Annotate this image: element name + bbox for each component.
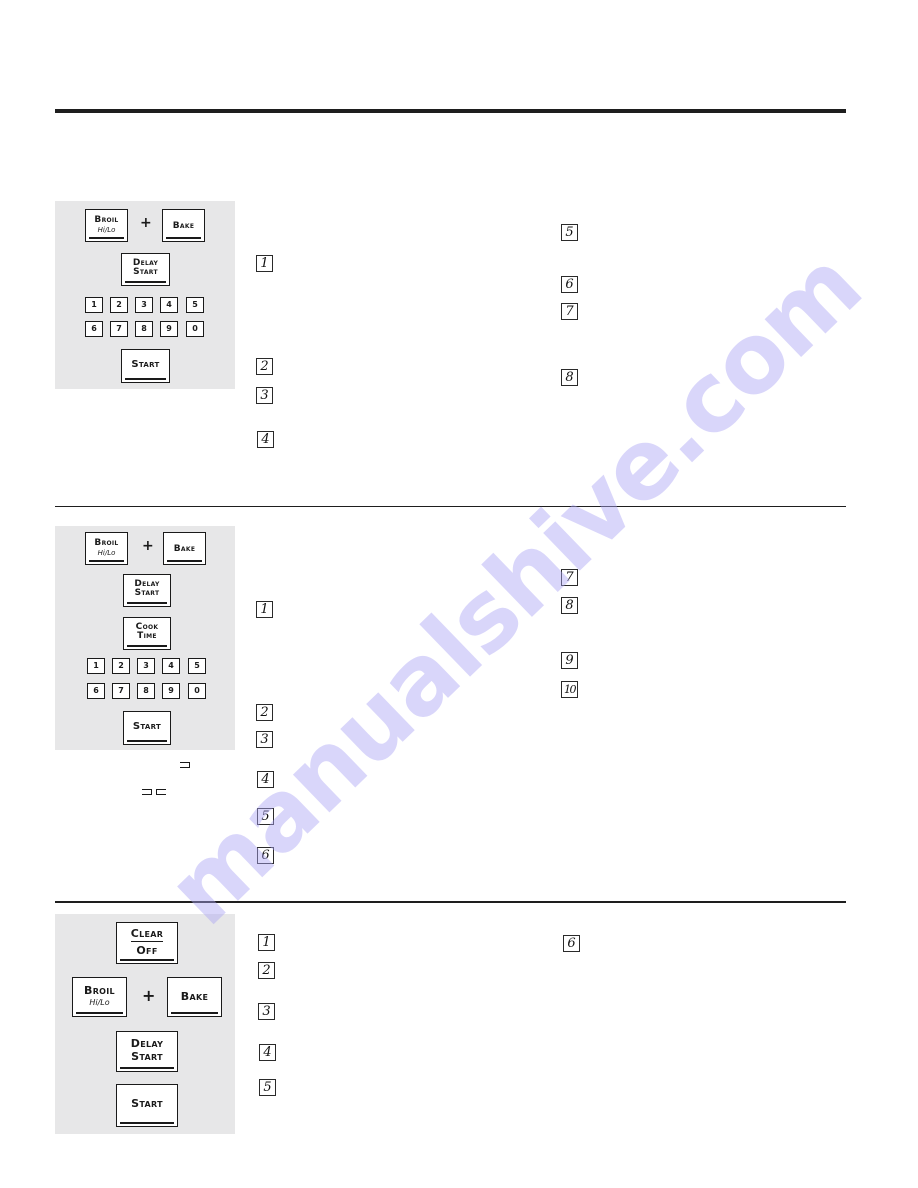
- bake-label: Bake: [180, 990, 209, 1003]
- number-key-6[interactable]: 6: [85, 321, 103, 337]
- broil-label: Broil: [94, 215, 119, 225]
- step-4-icon: 4: [257, 431, 274, 448]
- bake-key[interactable]: Bake: [162, 209, 205, 242]
- step-4-icon: 4: [257, 771, 274, 788]
- broil-sub-label: Hi/Lo: [97, 226, 116, 234]
- plus-sign: +: [140, 215, 152, 231]
- step-1-icon: 1: [258, 934, 275, 951]
- watermark: manualshive.com: [146, 230, 882, 947]
- step-7-icon: 7: [561, 303, 578, 320]
- time-label: Time: [137, 631, 157, 641]
- header-rule: [55, 109, 846, 113]
- step-6-icon: 6: [257, 847, 274, 864]
- number-key-4[interactable]: 4: [160, 297, 178, 313]
- step-4-icon: 4: [259, 1044, 276, 1061]
- step-3-icon: 3: [258, 1003, 275, 1020]
- number-key-5[interactable]: 5: [188, 658, 206, 674]
- step-3-icon: 3: [256, 731, 273, 748]
- off-label: Off: [136, 944, 158, 957]
- broil-sub-label: Hi/Lo: [97, 549, 116, 557]
- broil-sub-label: Hi/Lo: [89, 998, 110, 1007]
- number-key-3[interactable]: 3: [137, 658, 155, 674]
- number-key-4[interactable]: 4: [162, 658, 180, 674]
- step-10-icon: 10: [561, 681, 578, 698]
- step-5-icon: 5: [561, 224, 578, 241]
- step-1-icon: 1: [256, 601, 273, 618]
- broil-hi-lo-key[interactable]: Broil Hi/Lo: [85, 209, 128, 242]
- number-key-1[interactable]: 1: [87, 658, 105, 674]
- number-key-5[interactable]: 5: [186, 297, 204, 313]
- plus-sign: +: [142, 986, 156, 1005]
- delay-label: Delay: [130, 1037, 164, 1050]
- step-2-icon: 2: [256, 704, 273, 721]
- delay-start-key[interactable]: Delay Start: [123, 574, 171, 607]
- step-7-icon: 7: [561, 569, 578, 586]
- control-panel-3: Clear Off Broil Hi/Lo + Bake Delay Start…: [55, 914, 235, 1134]
- step-8-icon: 8: [561, 369, 578, 386]
- step-9-icon: 9: [561, 652, 578, 669]
- start-key[interactable]: Start: [116, 1084, 178, 1127]
- number-key-7[interactable]: 7: [112, 683, 130, 699]
- step-1-icon: 1: [256, 255, 273, 272]
- control-panel-1: Broil Hi/Lo + Bake Delay Start 1 2 3 4 5…: [55, 201, 235, 389]
- number-key-8[interactable]: 8: [137, 683, 155, 699]
- plus-sign: +: [142, 538, 154, 554]
- cook-time-key[interactable]: Cook Time: [123, 617, 171, 650]
- number-key-8[interactable]: 8: [135, 321, 153, 337]
- start-key-label: Start: [132, 721, 162, 732]
- number-key-2[interactable]: 2: [110, 297, 128, 313]
- bake-label: Bake: [173, 544, 196, 554]
- step-8-icon: 8: [561, 597, 578, 614]
- section-divider-2: [55, 901, 846, 903]
- start-label: Start: [131, 1050, 163, 1063]
- step-5-icon: 5: [259, 1079, 276, 1096]
- bake-label: Bake: [172, 221, 195, 231]
- number-key-0[interactable]: 0: [188, 683, 206, 699]
- step-2-icon: 2: [256, 358, 273, 375]
- broil-label: Broil: [94, 538, 119, 548]
- delay-start-key[interactable]: Delay Start: [116, 1031, 178, 1072]
- display-segment-icon: [142, 789, 152, 795]
- number-key-1[interactable]: 1: [85, 297, 103, 313]
- display-segment-icon: [156, 789, 166, 795]
- number-key-9[interactable]: 9: [160, 321, 178, 337]
- step-3-icon: 3: [256, 387, 273, 404]
- number-key-7[interactable]: 7: [110, 321, 128, 337]
- broil-hi-lo-key[interactable]: Broil Hi/Lo: [85, 532, 128, 565]
- control-panel-2: Broil Hi/Lo + Bake Delay Start Cook Time…: [55, 526, 235, 750]
- number-key-6[interactable]: 6: [87, 683, 105, 699]
- start-key[interactable]: Start: [121, 349, 170, 383]
- broil-hi-lo-key[interactable]: Broil Hi/Lo: [72, 977, 127, 1017]
- step-5-icon: 5: [257, 808, 274, 825]
- step-6-icon: 6: [561, 276, 578, 293]
- start-key-label: Start: [131, 1097, 163, 1110]
- bake-key[interactable]: Bake: [163, 532, 206, 565]
- start-label: Start: [133, 267, 158, 277]
- broil-label: Broil: [84, 984, 115, 997]
- step-2-icon: 2: [258, 962, 275, 979]
- bake-key[interactable]: Bake: [167, 977, 222, 1017]
- step-6-icon: 6: [563, 935, 580, 952]
- delay-start-key[interactable]: Delay Start: [121, 253, 170, 286]
- number-key-3[interactable]: 3: [135, 297, 153, 313]
- number-key-0[interactable]: 0: [186, 321, 204, 337]
- start-key-label: Start: [131, 359, 160, 370]
- start-key[interactable]: Start: [123, 711, 171, 745]
- section-divider-1: [55, 506, 846, 507]
- clear-label: Clear: [130, 927, 164, 942]
- number-key-9[interactable]: 9: [162, 683, 180, 699]
- clear-off-key[interactable]: Clear Off: [116, 922, 178, 964]
- display-segment-icon: [180, 762, 190, 768]
- number-key-2[interactable]: 2: [112, 658, 130, 674]
- start-label: Start: [134, 588, 160, 598]
